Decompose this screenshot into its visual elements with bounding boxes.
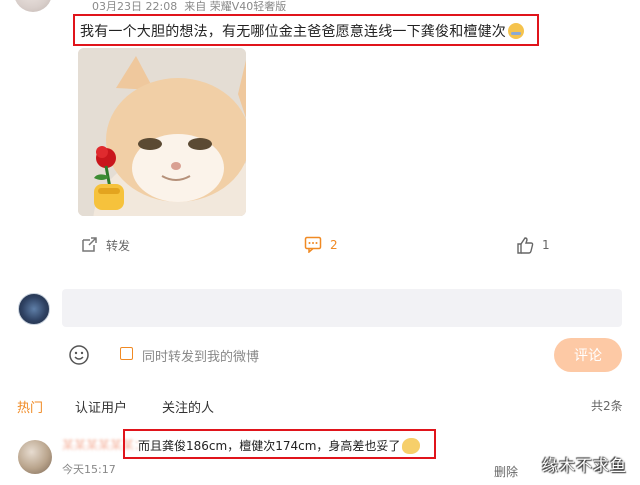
cat-rose-image: [78, 48, 246, 216]
post-author-avatar[interactable]: [14, 0, 52, 12]
comment-count-button[interactable]: 2: [304, 236, 338, 253]
thumbs-emoji-icon: [402, 438, 421, 454]
current-user-avatar[interactable]: [18, 293, 50, 325]
repost-icon: [82, 237, 97, 252]
comment-text: 而且龚俊186cm，檀健次174cm，身高差也妥了: [138, 437, 421, 454]
repost-button[interactable]: 转发: [80, 236, 130, 254]
post-image-cat[interactable]: [78, 48, 246, 216]
comment-input[interactable]: [62, 289, 622, 327]
delete-comment-button[interactable]: 删除: [494, 463, 518, 480]
comment-text-content: 而且龚俊186cm，檀健次174cm，身高差也妥了: [138, 439, 401, 453]
comment-total: 共2条: [591, 399, 623, 413]
post-date: 03月23日 22:08: [92, 0, 178, 11]
face-palm-emoji-icon: [508, 23, 524, 39]
repost-label: 转发: [106, 238, 131, 253]
emoji-picker-button[interactable]: [68, 344, 90, 366]
repost-checkbox-label[interactable]: 同时转发到我的微博: [142, 346, 259, 365]
tab-hot[interactable]: 热门: [17, 397, 43, 416]
comment-icon: [304, 236, 322, 253]
comment-author-avatar[interactable]: [18, 440, 52, 474]
post-actions: 转发 2 1: [0, 232, 640, 258]
post-source: 来自 荣耀V40轻奢版: [184, 0, 287, 11]
smiley-icon: [69, 345, 89, 365]
post-meta: 03月23日 22:08 来自 荣耀V40轻奢版: [92, 0, 286, 11]
comment-count: 2: [330, 237, 338, 252]
like-count: 1: [542, 238, 550, 252]
like-button[interactable]: 1: [516, 236, 550, 254]
post-text-content: 我有一个大胆的想法，有无哪位金主爸爸愿意连线一下龚俊和檀健次: [80, 24, 506, 40]
thumbs-up-icon: [517, 237, 534, 254]
tab-following[interactable]: 关注的人: [162, 397, 214, 416]
repost-checkbox[interactable]: [120, 347, 133, 360]
tab-verified-users[interactable]: 认证用户: [75, 397, 127, 416]
submit-comment-button[interactable]: 评论: [554, 338, 622, 372]
comment-time: 今天15:17: [62, 463, 116, 476]
post-text: 我有一个大胆的想法，有无哪位金主爸爸愿意连线一下龚俊和檀健次: [80, 21, 524, 41]
watermark: 缘木不求鱼: [542, 456, 628, 475]
